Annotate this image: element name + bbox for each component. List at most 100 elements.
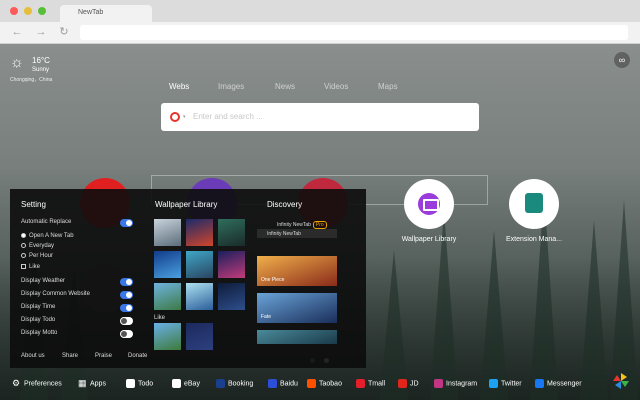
- radio-button[interactable]: [21, 233, 26, 238]
- display-time-row: Display Time: [21, 304, 133, 313]
- automatic-replace-label: Automatic Replace: [21, 219, 72, 225]
- bottom-link-instagram[interactable]: Instagram: [434, 379, 477, 389]
- like-checkbox-row[interactable]: Like: [21, 264, 40, 272]
- about-us-link[interactable]: About us: [21, 353, 45, 359]
- radio-label: Per Hour: [29, 253, 54, 260]
- radio-button[interactable]: [21, 243, 26, 248]
- wallpaper-like-label: Like: [154, 315, 166, 321]
- wallpaper-thumbnail[interactable]: [218, 283, 245, 310]
- gear-icon: ⚙: [12, 378, 21, 388]
- pro-badge: Pro: [312, 221, 327, 229]
- minimize-window-button[interactable]: [24, 7, 32, 15]
- extension-manager-label: Extension Mana...: [505, 236, 563, 243]
- bottom-link-tmall[interactable]: Tmall: [356, 379, 385, 389]
- bottom-link-taobao[interactable]: Taobao: [307, 379, 342, 389]
- bottom-link-baidu[interactable]: Baidu: [268, 379, 298, 389]
- display-common-website-toggle[interactable]: [120, 291, 133, 299]
- search-tab-webs[interactable]: Webs: [169, 82, 189, 91]
- share-link[interactable]: Share: [62, 353, 78, 359]
- search-input[interactable]: Enter and search ...: [193, 112, 263, 121]
- wallpaper-library-tile[interactable]: [404, 179, 454, 229]
- sun-icon: ☼: [10, 54, 24, 71]
- display-motto-row: Display Motto: [21, 330, 133, 339]
- bottom-link-twitter[interactable]: Twitter: [489, 379, 522, 389]
- bottom-link-booking[interactable]: Booking: [216, 379, 253, 389]
- discovery-banner[interactable]: Infinity NewTab: [257, 229, 337, 238]
- preferences-button[interactable]: ⚙ Preferences: [12, 379, 62, 389]
- bottom-link-label: Baidu: [280, 380, 298, 388]
- wallpaper-thumbnail[interactable]: [186, 323, 213, 350]
- back-arrow-icon[interactable]: ←: [11, 26, 23, 38]
- wallpaper-thumbnail[interactable]: [154, 251, 181, 278]
- grid-icon: ▦: [78, 378, 87, 388]
- wallpaper-thumbnail[interactable]: [218, 251, 245, 278]
- pinwheel-icon[interactable]: [612, 372, 630, 390]
- address-bar[interactable]: [80, 25, 628, 40]
- extension-manager-tile[interactable]: [509, 179, 559, 229]
- taobao-icon: [307, 379, 316, 388]
- ebay-icon: [172, 379, 181, 388]
- forward-arrow-icon[interactable]: →: [35, 26, 47, 38]
- wallpaper-thumbnail[interactable]: [154, 283, 181, 310]
- radio-open-new-tab[interactable]: Open A New Tab: [21, 233, 74, 241]
- wallpaper-thumbnail[interactable]: [154, 323, 181, 350]
- maximize-window-button[interactable]: [38, 7, 46, 15]
- bottom-link-ebay[interactable]: eBay: [172, 379, 200, 389]
- discovery-card-title: Fate: [261, 314, 272, 320]
- radio-label: Everyday: [29, 243, 55, 250]
- bottom-link-todo[interactable]: Todo: [126, 379, 153, 389]
- wallpaper-thumbnail[interactable]: [186, 283, 213, 310]
- search-tab-maps[interactable]: Maps: [378, 82, 398, 91]
- bottom-link-label: JD: [410, 380, 419, 388]
- browser-tab[interactable]: NewTab: [60, 5, 152, 22]
- discovery-card[interactable]: [257, 330, 337, 344]
- toggle-label: Display Time: [21, 304, 56, 310]
- booking-icon: [216, 379, 225, 388]
- discovery-header-text: Infinity NewTab: [277, 222, 311, 228]
- bottom-link-label: Twitter: [501, 380, 522, 388]
- donate-link[interactable]: Donate: [128, 353, 147, 359]
- toggle-label: Display Todo: [21, 317, 56, 323]
- bottom-link-messenger[interactable]: Messenger: [535, 379, 582, 389]
- search-engine-icon[interactable]: [170, 112, 180, 122]
- automatic-replace-toggle[interactable]: [120, 219, 133, 227]
- radio-per-hour[interactable]: Per Hour: [21, 253, 53, 261]
- apps-button[interactable]: ▦ Apps: [78, 379, 106, 389]
- display-weather-toggle[interactable]: [120, 278, 133, 286]
- instagram-icon: [434, 379, 443, 388]
- weather-location: Chongqing，China: [10, 77, 53, 83]
- search-tab-images[interactable]: Images: [218, 82, 244, 91]
- radio-button[interactable]: [21, 253, 26, 258]
- todo-icon: [126, 379, 135, 388]
- twitter-icon: [489, 379, 498, 388]
- wallpaper-thumbnail[interactable]: [186, 251, 213, 278]
- radio-everyday[interactable]: Everyday: [21, 243, 54, 251]
- toggle-label: Display Weather: [21, 278, 65, 284]
- bottom-link-jd[interactable]: JD: [398, 379, 419, 389]
- search-tab-news[interactable]: News: [275, 82, 295, 91]
- toggle-label: Display Motto: [21, 330, 58, 336]
- discovery-card[interactable]: Fate: [257, 293, 337, 323]
- checkbox-label: Like: [29, 264, 41, 271]
- wallpaper-library-label: Wallpaper Library: [401, 236, 457, 243]
- discovery-card[interactable]: One Piece: [257, 256, 337, 286]
- search-box[interactable]: ▾ Enter and search ...: [161, 103, 479, 131]
- messenger-icon: [535, 379, 544, 388]
- preferences-label: Preferences: [24, 380, 62, 388]
- reload-icon[interactable]: ↻: [58, 26, 70, 38]
- search-tabs: Webs Images News Videos Maps: [169, 82, 409, 94]
- browser-toolbar: ← → ↻: [0, 22, 640, 44]
- display-motto-toggle[interactable]: [120, 330, 133, 338]
- chevron-down-icon[interactable]: ▾: [183, 114, 186, 120]
- infinity-menu-button[interactable]: ∞: [614, 52, 630, 68]
- radio-label: Open A New Tab: [29, 233, 74, 240]
- wallpaper-thumbnail[interactable]: [186, 219, 213, 246]
- wallpaper-thumbnail[interactable]: [154, 219, 181, 246]
- search-tab-videos[interactable]: Videos: [324, 82, 348, 91]
- display-todo-toggle[interactable]: [120, 317, 133, 325]
- display-time-toggle[interactable]: [120, 304, 133, 312]
- praise-link[interactable]: Praise: [95, 353, 112, 359]
- checkbox[interactable]: [21, 264, 26, 269]
- wallpaper-thumbnail[interactable]: [218, 219, 245, 246]
- close-window-button[interactable]: [10, 7, 18, 15]
